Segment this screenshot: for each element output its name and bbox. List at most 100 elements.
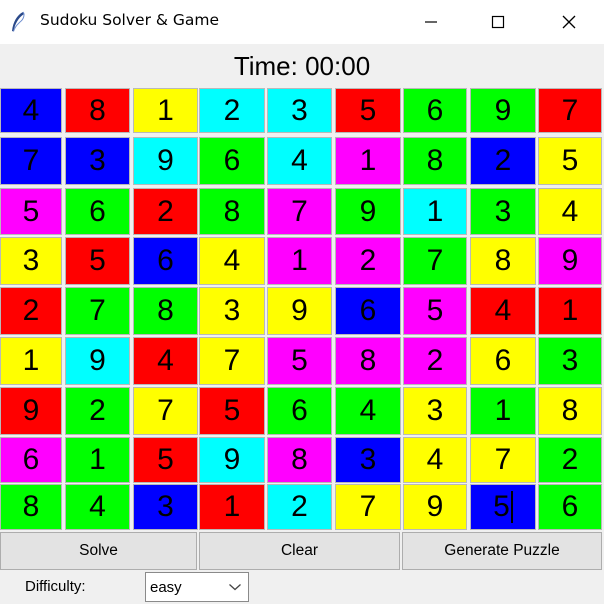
maximize-button[interactable] — [474, 0, 522, 44]
sudoku-cell[interactable]: 3 — [335, 437, 401, 483]
sudoku-cell[interactable]: 7 — [0, 137, 62, 185]
timer-label: Time: 00:00 — [233, 51, 371, 81]
sudoku-cell[interactable]: 5 — [199, 387, 265, 435]
sudoku-cell[interactable]: 3 — [470, 188, 536, 235]
difficulty-select-value: easy — [150, 579, 182, 596]
sudoku-cell[interactable]: 1 — [199, 484, 265, 530]
sudoku-cell[interactable]: 9 — [538, 237, 602, 285]
title-bar: Sudoku Solver & Game — [0, 0, 604, 44]
sudoku-cell[interactable]: 2 — [267, 484, 332, 530]
sudoku-cell[interactable]: 9 — [65, 337, 130, 385]
minimize-button[interactable] — [407, 0, 455, 44]
sudoku-cell[interactable]: 9 — [199, 437, 265, 483]
sudoku-cell[interactable]: 2 — [538, 437, 602, 483]
solve-button[interactable]: Solve — [0, 532, 197, 570]
sudoku-cell[interactable]: 1 — [65, 437, 130, 483]
sudoku-cell[interactable]: 2 — [65, 387, 130, 435]
sudoku-cell[interactable]: 5 — [538, 137, 602, 185]
sudoku-cell[interactable]: 9 — [335, 188, 401, 235]
sudoku-cell[interactable]: 3 — [133, 484, 198, 530]
sudoku-cell[interactable]: 5 — [335, 88, 401, 133]
sudoku-cell[interactable]: 4 — [133, 337, 198, 385]
sudoku-cell[interactable]: 3 — [0, 237, 62, 285]
sudoku-cell[interactable]: 9 — [470, 88, 536, 133]
maximize-icon — [491, 15, 505, 29]
sudoku-cell[interactable]: 6 — [199, 137, 265, 185]
sudoku-cell[interactable]: 2 — [470, 137, 536, 185]
sudoku-cell[interactable]: 7 — [199, 337, 265, 385]
sudoku-cell[interactable]: 6 — [470, 337, 536, 385]
sudoku-cell[interactable]: 6 — [403, 88, 467, 133]
sudoku-cell[interactable]: 8 — [470, 237, 536, 285]
sudoku-cell[interactable]: 4 — [267, 137, 332, 185]
sudoku-cell[interactable]: 7 — [403, 237, 467, 285]
sudoku-cell[interactable]: 5 — [470, 484, 536, 530]
sudoku-cell[interactable]: 5 — [0, 188, 62, 235]
sudoku-cell[interactable]: 4 — [199, 237, 265, 285]
close-icon — [562, 15, 576, 29]
sudoku-cell[interactable]: 6 — [65, 188, 130, 235]
sudoku-cell[interactable]: 7 — [538, 88, 602, 133]
sudoku-cell[interactable]: 4 — [65, 484, 130, 530]
sudoku-cell[interactable]: 3 — [267, 88, 332, 133]
sudoku-cell[interactable]: 7 — [267, 188, 332, 235]
sudoku-cell[interactable]: 1 — [133, 88, 198, 133]
sudoku-cell[interactable]: 8 — [335, 337, 401, 385]
sudoku-cell[interactable]: 1 — [470, 387, 536, 435]
difficulty-label: Difficulty: — [25, 578, 86, 595]
sudoku-cell[interactable]: 8 — [403, 137, 467, 185]
sudoku-cell[interactable]: 4 — [470, 287, 536, 335]
sudoku-cell[interactable]: 5 — [133, 437, 198, 483]
sudoku-cell[interactable]: 1 — [0, 337, 62, 385]
sudoku-cell[interactable]: 9 — [267, 287, 332, 335]
sudoku-cell[interactable]: 9 — [403, 484, 467, 530]
sudoku-cell[interactable]: 1 — [267, 237, 332, 285]
close-button[interactable] — [545, 0, 593, 44]
sudoku-cell[interactable]: 8 — [65, 88, 130, 133]
clear-button[interactable]: Clear — [199, 532, 400, 570]
sudoku-cell[interactable]: 6 — [133, 237, 198, 285]
action-bar: Solve Clear Generate Puzzle — [0, 532, 604, 570]
sudoku-cell[interactable]: 7 — [335, 484, 401, 530]
sudoku-cell[interactable]: 1 — [403, 188, 467, 235]
sudoku-cell[interactable]: 7 — [470, 437, 536, 483]
sudoku-cell[interactable]: 4 — [335, 387, 401, 435]
minimize-icon — [425, 21, 437, 23]
sudoku-cell[interactable]: 5 — [403, 287, 467, 335]
chevron-down-icon — [229, 584, 241, 591]
sudoku-cell[interactable]: 8 — [133, 287, 198, 335]
sudoku-cell[interactable]: 1 — [335, 137, 401, 185]
sudoku-cell[interactable]: 2 — [199, 88, 265, 133]
sudoku-cell[interactable]: 2 — [0, 287, 62, 335]
sudoku-cell[interactable]: 7 — [65, 287, 130, 335]
sudoku-cell[interactable]: 8 — [0, 484, 62, 530]
sudoku-cell[interactable]: 3 — [65, 137, 130, 185]
sudoku-cell[interactable]: 2 — [403, 337, 467, 385]
sudoku-cell[interactable]: 4 — [0, 88, 62, 133]
sudoku-cell[interactable]: 7 — [133, 387, 198, 435]
sudoku-cell[interactable]: 2 — [335, 237, 401, 285]
sudoku-cell[interactable]: 9 — [133, 137, 198, 185]
sudoku-cell[interactable]: 6 — [267, 387, 332, 435]
sudoku-cell[interactable]: 2 — [133, 188, 198, 235]
sudoku-cell[interactable]: 9 — [0, 387, 62, 435]
sudoku-cell[interactable]: 8 — [267, 437, 332, 483]
feather-icon — [12, 11, 25, 32]
sudoku-cell[interactable]: 3 — [199, 287, 265, 335]
sudoku-cell[interactable]: 1 — [538, 287, 602, 335]
generate-puzzle-button[interactable]: Generate Puzzle — [402, 532, 602, 570]
sudoku-cell[interactable]: 3 — [403, 387, 467, 435]
sudoku-cell[interactable]: 5 — [65, 237, 130, 285]
sudoku-cell[interactable]: 8 — [538, 387, 602, 435]
sudoku-cell[interactable]: 4 — [403, 437, 467, 483]
sudoku-cell[interactable]: 4 — [538, 188, 602, 235]
sudoku-cell[interactable]: 6 — [538, 484, 602, 530]
sudoku-cell[interactable]: 5 — [267, 337, 332, 385]
sudoku-cell[interactable]: 8 — [199, 188, 265, 235]
window-title: Sudoku Solver & Game — [40, 11, 220, 29]
sudoku-cell[interactable]: 3 — [538, 337, 602, 385]
text-cursor — [510, 491, 513, 523]
sudoku-cell[interactable]: 6 — [335, 287, 401, 335]
sudoku-cell[interactable]: 6 — [0, 437, 62, 483]
difficulty-select[interactable]: easy — [145, 572, 249, 602]
